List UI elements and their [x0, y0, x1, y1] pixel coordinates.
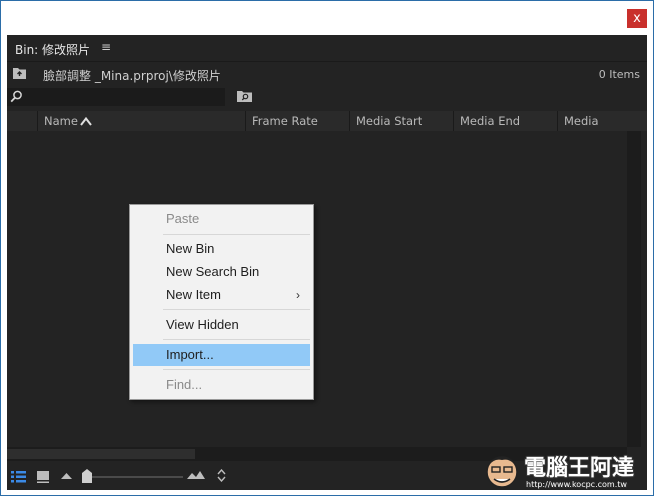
- column-media-duration[interactable]: Media Duration: [557, 111, 647, 148]
- menu-separator: [163, 234, 310, 235]
- column-header: Name Frame Rate Media Start Media End Me…: [7, 111, 647, 148]
- list-view-icon[interactable]: [11, 471, 26, 483]
- watermark-url: http://www.kocpc.com.tw: [526, 480, 627, 489]
- vertical-scrollbar[interactable]: [627, 131, 641, 447]
- window-titlebar: x: [1, 1, 653, 35]
- close-button[interactable]: x: [627, 9, 647, 28]
- menu-item-paste[interactable]: Paste: [133, 208, 310, 230]
- horizontal-scroll-thumb[interactable]: [7, 449, 195, 459]
- column-frame-rate[interactable]: Frame Rate: [245, 111, 349, 131]
- zoom-slider-handle[interactable]: [82, 469, 92, 483]
- chevron-right-icon: ›: [296, 288, 300, 302]
- column-select[interactable]: [7, 111, 37, 131]
- column-media-end[interactable]: Media End: [453, 111, 557, 131]
- icon-view-icon[interactable]: [37, 471, 49, 483]
- menu-separator: [163, 339, 310, 340]
- panel-menu-icon[interactable]: ≡: [101, 40, 111, 54]
- menu-separator: [163, 309, 310, 310]
- menu-item-new-item-label: New Item: [166, 287, 221, 302]
- zoom-out-icon[interactable]: [61, 473, 72, 479]
- column-name-label: Name: [44, 114, 78, 128]
- column-media-start[interactable]: Media Start: [349, 111, 453, 131]
- close-icon: x: [633, 11, 641, 26]
- panel-header: Bin: 修改照片 ≡: [7, 35, 647, 62]
- search-row: [7, 86, 647, 108]
- menu-item-import[interactable]: Import...: [133, 344, 310, 366]
- item-count: 0 Items: [598, 68, 640, 81]
- path-bar: 臉部調整 _Mina.prproj\修改照片 0 Items: [7, 62, 647, 86]
- sort-icon: [80, 117, 92, 126]
- site-watermark: 電腦王阿達 http://www.kocpc.com.tw: [480, 446, 650, 494]
- bin-panel: Bin: 修改照片 ≡ 臉部調整 _Mina.prproj\修改照片 0 Ite…: [7, 35, 647, 490]
- menu-item-new-item[interactable]: New Item ›: [133, 284, 310, 306]
- zoom-in-icon[interactable]: [187, 471, 205, 479]
- find-bin-icon[interactable]: [237, 90, 253, 102]
- bin-item-list[interactable]: [7, 131, 627, 447]
- search-input[interactable]: [7, 88, 225, 106]
- mascot-logo-icon: [486, 456, 518, 488]
- zoom-slider-track[interactable]: [87, 476, 183, 478]
- search-icon: [10, 90, 22, 103]
- watermark-title: 電腦王阿達: [524, 456, 635, 481]
- menu-item-new-bin[interactable]: New Bin: [133, 238, 310, 260]
- column-name[interactable]: Name: [37, 111, 245, 131]
- menu-item-new-search-bin[interactable]: New Search Bin: [133, 261, 310, 283]
- menu-item-find[interactable]: Find...: [133, 374, 310, 396]
- folder-up-icon[interactable]: [13, 67, 27, 79]
- bin-path: 臉部調整 _Mina.prproj\修改照片: [43, 69, 221, 83]
- context-menu: Paste New Bin New Search Bin New Item › …: [129, 204, 314, 400]
- menu-item-view-hidden[interactable]: View Hidden: [133, 314, 310, 336]
- menu-separator: [163, 369, 310, 370]
- premiere-window: x Bin: 修改照片 ≡ 臉部調整 _Mina.prproj\修改照片 0 I…: [0, 0, 654, 496]
- panel-title: Bin: 修改照片: [15, 43, 91, 57]
- sort-order-icon[interactable]: [217, 469, 226, 482]
